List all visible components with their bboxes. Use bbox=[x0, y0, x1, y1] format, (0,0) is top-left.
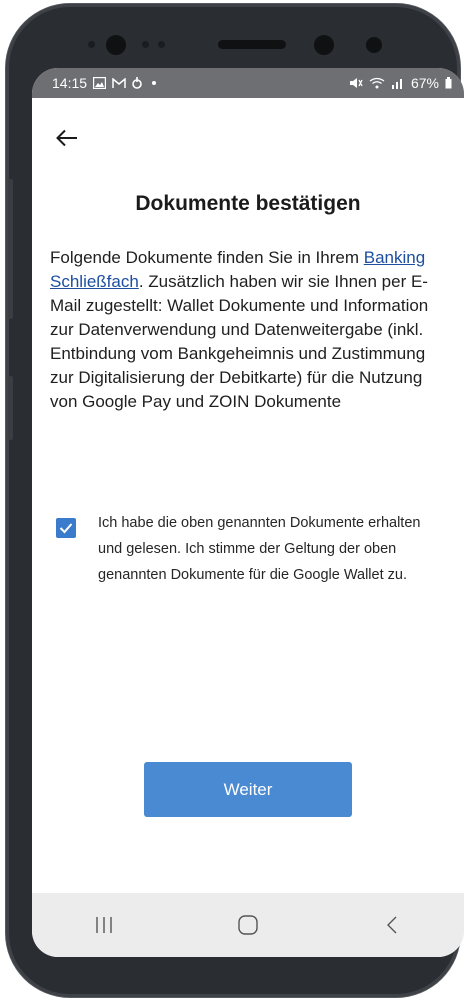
back-button[interactable] bbox=[52, 123, 82, 153]
consent-label[interactable]: Ich habe die oben genannten Dokumente er… bbox=[98, 510, 448, 588]
battery-icon bbox=[445, 77, 452, 89]
consent-checkbox[interactable] bbox=[56, 518, 76, 538]
continue-button[interactable]: Weiter bbox=[144, 762, 352, 817]
checkmark-icon bbox=[59, 523, 73, 534]
power-button bbox=[8, 376, 13, 440]
status-bar: 14:15 67% bbox=[32, 68, 464, 98]
home-button[interactable] bbox=[218, 905, 278, 945]
status-time: 14:15 bbox=[52, 75, 88, 91]
sensor-camera bbox=[314, 35, 334, 55]
intro-text: Folgende Dokumente finden Sie in Ihrem B… bbox=[50, 246, 450, 414]
signal-icon bbox=[391, 79, 402, 89]
phone-frame: 14:15 67% Dokumente bestätigen Folgende … bbox=[6, 4, 464, 997]
page-title: Dokumente bestätigen bbox=[135, 192, 361, 215]
intro-text-end: . Zusätzlich haben wir sie Ihnen per E-M… bbox=[50, 272, 429, 411]
wifi-icon bbox=[369, 77, 385, 89]
gmail-icon bbox=[112, 77, 126, 88]
system-navigation-bar bbox=[32, 893, 464, 957]
nav-back-button[interactable] bbox=[362, 905, 422, 945]
dot-icon bbox=[152, 81, 157, 85]
back-icon bbox=[387, 916, 397, 934]
security-icon bbox=[132, 77, 142, 89]
volume-button bbox=[8, 179, 13, 319]
arrow-left-icon bbox=[56, 129, 77, 147]
intro-text-start: Folgende Dokumente finden Sie in Ihrem bbox=[50, 248, 364, 267]
front-camera bbox=[106, 35, 126, 55]
earpiece-speaker bbox=[218, 40, 286, 49]
recent-apps-icon bbox=[96, 917, 112, 933]
sensor-camera bbox=[366, 37, 382, 53]
screen: 14:15 67% Dokumente bestätigen Folgende … bbox=[32, 68, 464, 957]
mute-icon bbox=[349, 78, 363, 88]
sensor-dot bbox=[158, 41, 165, 48]
home-icon bbox=[238, 915, 258, 935]
battery-percent: 67% bbox=[410, 75, 439, 91]
gallery-icon bbox=[93, 77, 107, 89]
sensor-dot bbox=[88, 41, 95, 48]
sensor-dot bbox=[142, 41, 149, 48]
recent-apps-button[interactable] bbox=[74, 905, 134, 945]
